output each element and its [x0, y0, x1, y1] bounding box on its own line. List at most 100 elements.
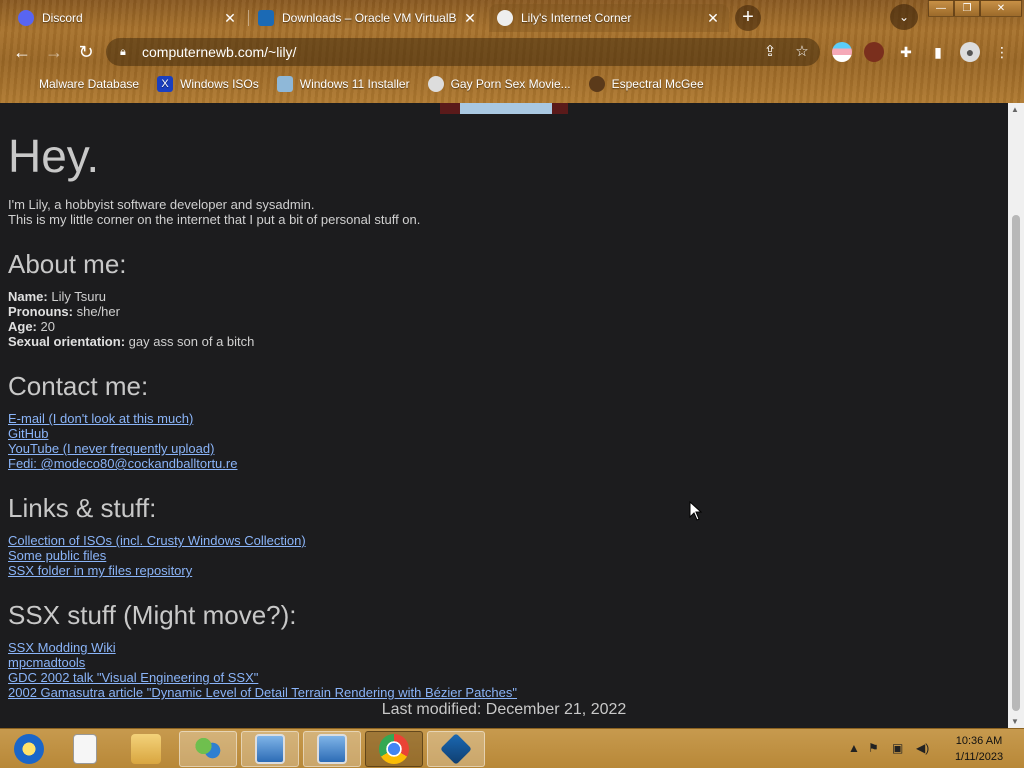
tab-lily[interactable]: Lily's Internet Corner ✕ [489, 4, 729, 32]
ssx-folder-link[interactable]: SSX folder in my files repository [8, 563, 306, 578]
about-details: Name: Lily Tsuru Pronouns: she/her Age: … [8, 289, 254, 349]
about-row: Age: 20 [8, 319, 254, 334]
fedi-link[interactable]: Fedi: @modeco80@cockandballtortu.re [8, 456, 237, 471]
close-window-button[interactable]: ✕ [980, 0, 1022, 17]
contact-heading: Contact me: [8, 371, 149, 401]
tab-strip: Discord ✕ Downloads – Oracle VM VirtualB… [0, 0, 1024, 34]
bookmark-label: Windows 11 Installer [299, 77, 410, 91]
tab-close-icon[interactable]: ✕ [222, 10, 238, 26]
side-panel-icon[interactable]: ▮ [928, 42, 948, 62]
url-text: computernewb.com/~lily/ [142, 44, 297, 60]
network-icon[interactable]: ▣ [892, 741, 903, 755]
web-page: Hey. I'm Lily, a hobbyist software devel… [0, 103, 1008, 728]
github-link[interactable]: GitHub [8, 426, 237, 441]
maximize-button[interactable]: ❐ [954, 0, 980, 17]
bookmark-item[interactable]: X Windows ISOs [157, 76, 259, 92]
system-clock[interactable]: 10:36 AM 1/11/2023 [946, 733, 1012, 765]
ssx-heading: SSX stuff (Might move?): [8, 600, 297, 630]
page-heading: Hey. [8, 130, 100, 182]
bookmarks-bar: Malware Database X Windows ISOs Windows … [0, 72, 1024, 96]
ssx-links: SSX Modding Wiki mpcmadtools GDC 2002 ta… [8, 640, 517, 700]
bookmark-label: Espectral McGee [611, 77, 704, 91]
tab-separator [248, 10, 249, 26]
field-value: Lily Tsuru [47, 289, 107, 304]
bookmark-star-icon[interactable]: ☆ [792, 42, 812, 60]
address-bar[interactable]: 🔒︎ computernewb.com/~lily/ ⇪ ☆ [106, 38, 820, 66]
field-label: Sexual orientation: [8, 334, 126, 349]
tab-title: Discord [42, 11, 83, 25]
email-link[interactable]: E-mail (I don't look at this much) [8, 411, 237, 426]
extension-avatar-icon[interactable] [864, 42, 884, 62]
minimize-button[interactable]: — [928, 0, 954, 17]
page-scrollbar[interactable]: ▲ ▼ [1008, 103, 1024, 728]
share-icon[interactable]: ⇪ [760, 42, 780, 60]
clock-time: 10:36 AM [955, 735, 1003, 747]
windows-isos-icon: X [157, 76, 174, 92]
bookmark-item[interactable]: Gay Porn Sex Movie... [427, 76, 571, 92]
reload-button[interactable]: ↻ [74, 40, 98, 64]
browser-chrome: Discord ✕ Downloads – Oracle VM VirtualB… [0, 0, 1024, 103]
movie-site-icon [427, 76, 444, 92]
volume-icon[interactable]: ◀) [916, 741, 929, 755]
remote-desktop-icon[interactable] [241, 731, 299, 767]
explorer-icon[interactable] [117, 731, 175, 767]
isos-link[interactable]: Collection of ISOs (incl. Crusty Windows… [8, 533, 306, 548]
network-users-icon[interactable] [179, 731, 237, 767]
virtualbox-icon[interactable] [427, 731, 485, 767]
stuff-links: Collection of ISOs (incl. Crusty Windows… [8, 533, 306, 578]
gdc-talk-link[interactable]: GDC 2002 talk "Visual Engineering of SSX… [8, 670, 517, 685]
field-value: gay ass son of a bitch [125, 334, 255, 349]
notepad-icon[interactable] [56, 731, 114, 767]
discord-icon [18, 10, 34, 26]
installer-icon [276, 76, 293, 92]
scroll-thumb[interactable] [1012, 215, 1020, 711]
lock-icon: 🔒︎ [120, 45, 126, 58]
bookmark-label: Malware Database [39, 77, 140, 91]
intro-line: This is my little corner on the internet… [8, 212, 421, 227]
about-row: Sexual orientation: gay ass son of a bit… [8, 334, 254, 349]
field-label: Name: [8, 289, 48, 304]
bookmark-item[interactable]: Espectral McGee [588, 76, 704, 92]
last-modified: Last modified: December 21, 2022 [381, 701, 627, 718]
bookmark-item[interactable]: Windows 11 Installer [276, 76, 410, 92]
lily-site-icon [497, 10, 513, 26]
about-row: Name: Lily Tsuru [8, 289, 254, 304]
scroll-down-arrow-icon[interactable]: ▼ [1011, 717, 1019, 726]
trans-flag-extension-icon[interactable] [832, 42, 852, 62]
tab-close-icon[interactable]: ✕ [462, 10, 478, 26]
espectral-icon [588, 76, 605, 92]
bookmark-label: Gay Porn Sex Movie... [450, 77, 571, 91]
field-value: she/her [73, 304, 120, 319]
window-controls: — ❐ ✕ [928, 0, 1022, 18]
gamasutra-article-link[interactable]: 2002 Gamasutra article "Dynamic Level of… [8, 685, 517, 700]
tab-virtualbox[interactable]: Downloads – Oracle VM VirtualBox ✕ [250, 4, 486, 32]
ssx-wiki-link[interactable]: SSX Modding Wiki [8, 640, 517, 655]
ie-icon[interactable] [0, 731, 58, 767]
browser-toolbar: ← → ↻ 🔒︎ computernewb.com/~lily/ ⇪ ☆ ✚ ▮… [0, 34, 1024, 70]
links-heading: Links & stuff: [8, 493, 157, 523]
tab-close-icon[interactable]: ✕ [705, 10, 721, 26]
forward-button[interactable]: → [42, 40, 66, 64]
field-label: Pronouns: [8, 304, 73, 319]
back-button[interactable]: ← [10, 40, 34, 64]
chrome-icon[interactable] [365, 731, 423, 767]
tab-search-button[interactable]: ⌄ [890, 4, 918, 30]
extensions-puzzle-icon[interactable]: ✚ [896, 42, 916, 62]
contact-links: E-mail (I don't look at this much) GitHu… [8, 411, 237, 471]
virtualbox-icon [258, 10, 274, 26]
clock-date: 1/11/2023 [954, 751, 1004, 763]
profile-icon[interactable]: ● [960, 42, 980, 62]
action-center-flag-icon[interactable]: ⚑ [868, 741, 879, 755]
mpcmadtools-link[interactable]: mpcmadtools [8, 655, 517, 670]
new-tab-button[interactable]: + [735, 5, 761, 31]
public-files-link[interactable]: Some public files [8, 548, 306, 563]
scroll-up-arrow-icon[interactable]: ▲ [1011, 105, 1019, 114]
bookmark-item[interactable]: Malware Database [16, 76, 139, 92]
header-image [440, 103, 568, 114]
menu-icon[interactable]: ⋮ [992, 42, 1012, 62]
remote-desktop-2-icon[interactable] [303, 731, 361, 767]
malware-db-icon [16, 76, 32, 92]
tab-discord[interactable]: Discord ✕ [10, 4, 246, 32]
tray-expand-icon[interactable]: ▲ [848, 741, 860, 755]
youtube-link[interactable]: YouTube (I never frequently upload) [8, 441, 237, 456]
